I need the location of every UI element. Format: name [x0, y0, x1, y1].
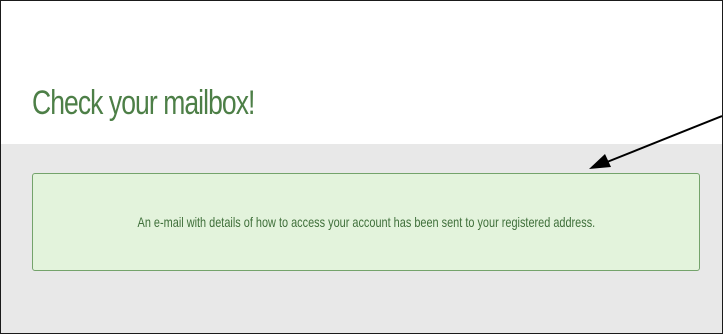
screenshot-frame: Check your mailbox! An e-mail with detai… — [0, 0, 723, 334]
success-notice: An e-mail with details of how to access … — [32, 173, 700, 271]
page-title: Check your mailbox! — [32, 84, 255, 122]
page-header: Check your mailbox! — [1, 1, 722, 144]
notice-message: An e-mail with details of how to access … — [137, 214, 595, 230]
